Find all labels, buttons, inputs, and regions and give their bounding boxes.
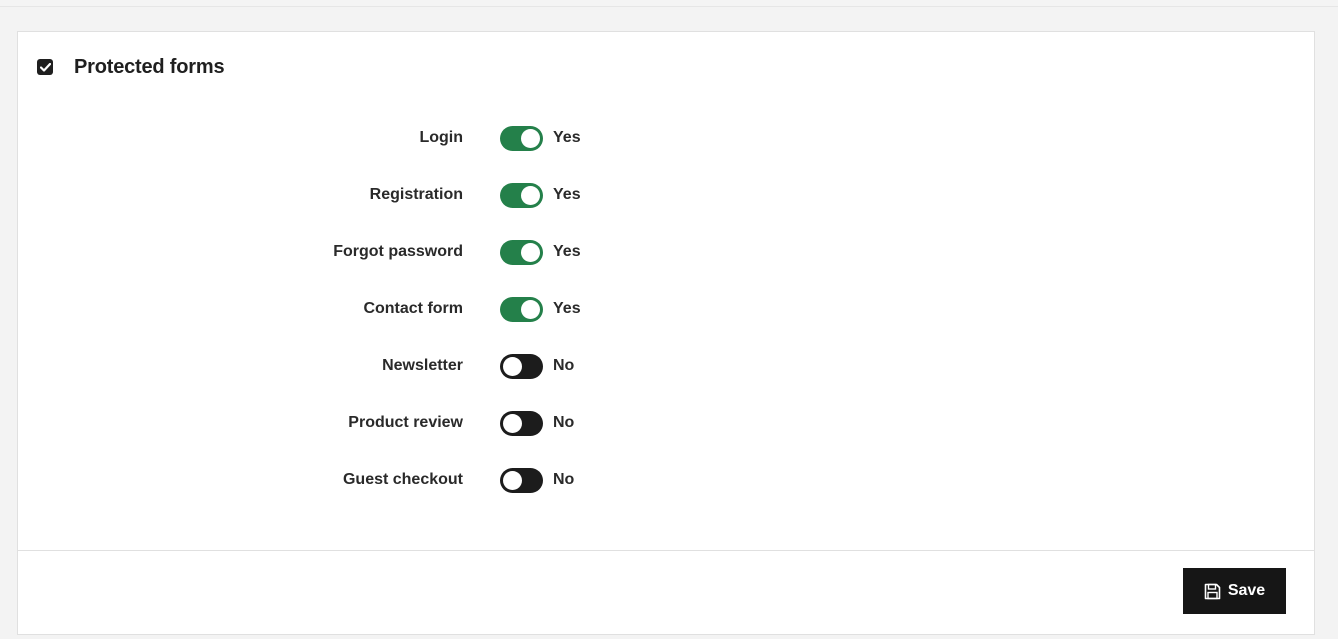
form-row-contact-form: Contact form Yes: [18, 295, 1314, 323]
toggle-knob: [503, 356, 522, 376]
save-button-label: Save: [1227, 582, 1266, 599]
toggle-knob: [521, 185, 540, 205]
form-label: Registration: [369, 186, 463, 203]
toggle-state-text: Yes: [553, 300, 581, 317]
toggle-switch[interactable]: [500, 467, 543, 493]
protected-forms-panel: Protected forms Login Yes Registration Y…: [17, 31, 1315, 635]
toggle-state-text: No: [553, 471, 575, 488]
toggle-state-text: Yes: [553, 243, 581, 260]
toggle-knob: [503, 413, 522, 433]
form-row-registration: Registration Yes: [18, 181, 1314, 209]
toggle-switch[interactable]: [500, 353, 543, 379]
page-background: Protected forms Login Yes Registration Y…: [0, 6, 1338, 639]
toggle-switch[interactable]: [500, 410, 543, 436]
form-label: Forgot password: [333, 243, 463, 260]
form-label: Newsletter: [382, 357, 463, 374]
form-row-forgot-password: Forgot password Yes: [18, 238, 1314, 266]
form-label: Login: [419, 129, 463, 146]
section-title: Protected forms: [74, 55, 225, 78]
toggle-switch[interactable]: [500, 239, 543, 265]
toggle-state-text: Yes: [553, 186, 581, 203]
toggle-switch[interactable]: [500, 182, 543, 208]
toggle-state-text: Yes: [553, 129, 581, 146]
form-label: Contact form: [363, 300, 463, 317]
form-row-product-review: Product review No: [18, 409, 1314, 437]
floppy-disk-icon: [1204, 583, 1221, 600]
toggle-state-text: No: [553, 414, 575, 431]
toggle-switch[interactable]: [500, 125, 543, 151]
toggle-knob: [521, 128, 540, 148]
footer-divider: [18, 550, 1314, 551]
checkmark-icon: [39, 62, 51, 72]
toggle-state-text: No: [553, 357, 575, 374]
section-header: Protected forms: [37, 54, 225, 80]
toggle-switch[interactable]: [500, 296, 543, 322]
section-checkbox[interactable]: [37, 59, 53, 75]
toggle-knob: [521, 299, 540, 319]
toggle-knob: [503, 470, 522, 490]
form-label: Guest checkout: [342, 471, 463, 488]
form-row-login: Login Yes: [18, 124, 1314, 152]
toggle-knob: [521, 242, 540, 262]
save-button[interactable]: Save: [1183, 568, 1286, 614]
form-row-newsletter: Newsletter No: [18, 352, 1314, 380]
form-label: Product review: [348, 414, 463, 431]
form-row-guest-checkout: Guest checkout No: [18, 466, 1314, 494]
